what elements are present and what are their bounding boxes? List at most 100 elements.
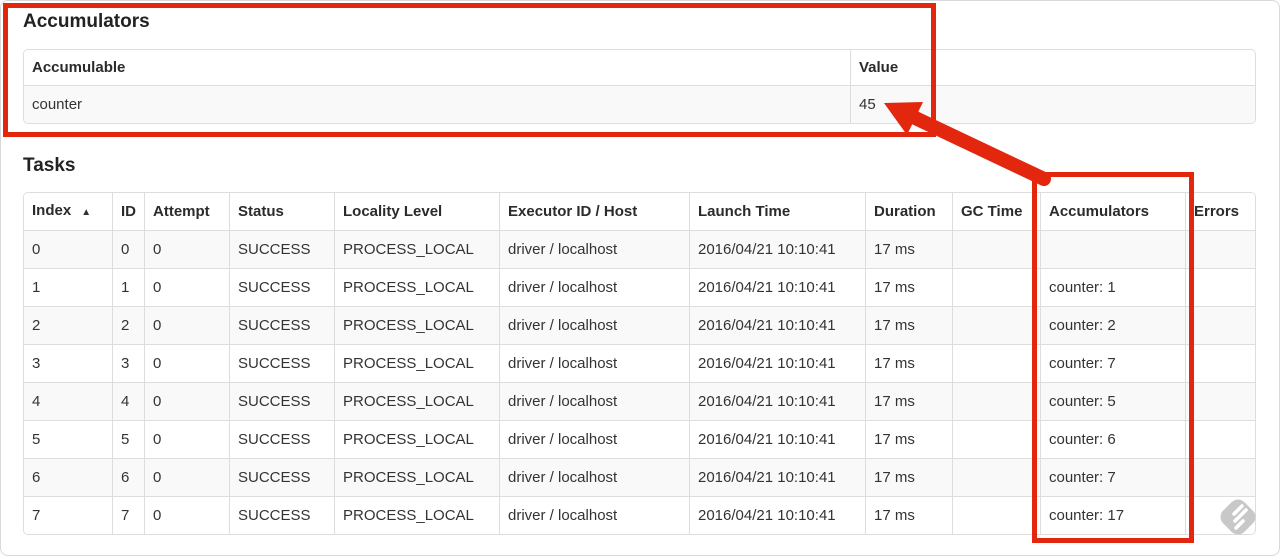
table-cell: PROCESS_LOCAL [334,420,499,458]
browser-viewport: Accumulators Accumulable Value counter 45 T… [0,0,1280,556]
column-header-accumulable[interactable]: Accumulable [24,50,850,85]
table-row: 1 1 0 SUCCESS PROCESS_LOCAL driver / localhos… [24,268,1255,306]
table-cell: 17 ms [865,496,952,534]
table-cell: 5 [112,420,144,458]
table-cell: 17 ms [865,420,952,458]
column-header-attempt[interactable]: Attempt [144,193,229,230]
table-cell [952,420,1040,458]
column-header-id[interactable]: ID [112,193,144,230]
table-cell: 17 ms [865,268,952,306]
table-cell: 0 [144,420,229,458]
table-cell: 1 [24,268,112,306]
table-cell: driver / localhost [499,306,689,344]
table-cell: 2016/04/21 10:10:41 [689,496,865,534]
table-cell: 2 [112,306,144,344]
page-content: Accumulators Accumulable Value counter 45 T… [1,1,1279,535]
table-cell: 2016/04/21 10:10:41 [689,382,865,420]
table-cell: PROCESS_LOCAL [334,458,499,496]
column-header-launch-time[interactable]: Launch Time [689,193,865,230]
column-header-gc-time[interactable]: GC Time [952,193,1040,230]
table-cell: 2016/04/21 10:10:41 [689,420,865,458]
table-cell: PROCESS_LOCAL [334,496,499,534]
table-cell: 0 [144,496,229,534]
table-cell: 45 [850,85,1255,123]
table-cell: 2016/04/21 10:10:41 [689,458,865,496]
table-cell: PROCESS_LOCAL [334,344,499,382]
sort-ascending-icon: ▲ [81,207,92,218]
table-cell: counter: 2 [1040,306,1185,344]
table-cell: PROCESS_LOCAL [334,306,499,344]
column-header-value[interactable]: Value [850,50,1255,85]
accumulators-section-title: Accumulators [23,11,150,32]
table-cell: counter: 17 [1040,496,1185,534]
table-cell: SUCCESS [229,268,334,306]
table-cell: PROCESS_LOCAL [334,230,499,268]
table-cell: 7 [24,496,112,534]
table-cell: 2016/04/21 10:10:41 [689,306,865,344]
column-header-status[interactable]: Status [229,193,334,230]
table-row: 0 0 0 SUCCESS PROCESS_LOCAL driver / localhos… [24,230,1255,268]
table-cell: driver / localhost [499,496,689,534]
table-cell: 17 ms [865,382,952,420]
table-cell: counter: 7 [1040,344,1185,382]
table-cell: 17 ms [865,458,952,496]
column-header-errors[interactable]: Errors [1185,193,1255,230]
table-cell: 3 [24,344,112,382]
table-cell: 6 [112,458,144,496]
header-row: Index ▲ ID Attempt Status Locality Level Execu… [24,193,1255,230]
table-cell [952,306,1040,344]
table-cell [952,268,1040,306]
table-cell: driver / localhost [499,382,689,420]
table-cell: 3 [112,344,144,382]
table-cell: 7 [112,496,144,534]
table-cell [952,496,1040,534]
table-cell [1185,344,1255,382]
table-cell: 0 [144,268,229,306]
table-cell [1185,230,1255,268]
table-cell: SUCCESS [229,306,334,344]
table-row: 7 7 0 SUCCESS PROCESS_LOCAL driver / localhos… [24,496,1255,534]
table-row: 5 5 0 SUCCESS PROCESS_LOCAL driver / localhos… [24,420,1255,458]
column-header-accumulators[interactable]: Accumulators [1040,193,1185,230]
table-cell: SUCCESS [229,344,334,382]
table-row: 3 3 0 SUCCESS PROCESS_LOCAL driver / localhos… [24,344,1255,382]
table-cell: 2 [24,306,112,344]
column-header-index[interactable]: Index ▲ [24,193,112,230]
table-cell: driver / localhost [499,458,689,496]
tasks-section-title: Tasks [23,155,76,176]
accumulators-table: Accumulable Value counter 45 [24,50,1255,123]
table-cell: counter: 5 [1040,382,1185,420]
column-header-locality-level[interactable]: Locality Level [334,193,499,230]
table-cell: SUCCESS [229,230,334,268]
table-cell: driver / localhost [499,420,689,458]
table-cell: 0 [144,458,229,496]
tasks-table-wrap: Index ▲ ID Attempt Status Locality Level Execu… [23,192,1256,535]
table-cell: 0 [144,344,229,382]
table-cell [952,344,1040,382]
table-cell [1185,382,1255,420]
table-cell: 17 ms [865,230,952,268]
table-cell: 2016/04/21 10:10:41 [689,344,865,382]
table-cell: 0 [144,382,229,420]
table-cell [1185,420,1255,458]
table-cell: SUCCESS [229,382,334,420]
table-row: 6 6 0 SUCCESS PROCESS_LOCAL driver / localhos… [24,458,1255,496]
tasks-table: Index ▲ ID Attempt Status Locality Level Execu… [24,193,1255,534]
table-row: 2 2 0 SUCCESS PROCESS_LOCAL driver / localhos… [24,306,1255,344]
table-cell [952,458,1040,496]
table-cell: SUCCESS [229,496,334,534]
accumulators-table-wrap: Accumulable Value counter 45 [23,49,1256,124]
table-cell [1185,496,1255,534]
table-cell: 2016/04/21 10:10:41 [689,230,865,268]
table-cell [952,382,1040,420]
column-header-duration[interactable]: Duration [865,193,952,230]
table-cell: PROCESS_LOCAL [334,268,499,306]
header-row: Accumulable Value [24,50,1255,85]
table-cell: 5 [24,420,112,458]
table-cell [1185,268,1255,306]
column-header-executor-id-host[interactable]: Executor ID / Host [499,193,689,230]
table-cell: SUCCESS [229,458,334,496]
table-cell: 2016/04/21 10:10:41 [689,268,865,306]
table-cell: driver / localhost [499,230,689,268]
table-cell: counter: 1 [1040,268,1185,306]
